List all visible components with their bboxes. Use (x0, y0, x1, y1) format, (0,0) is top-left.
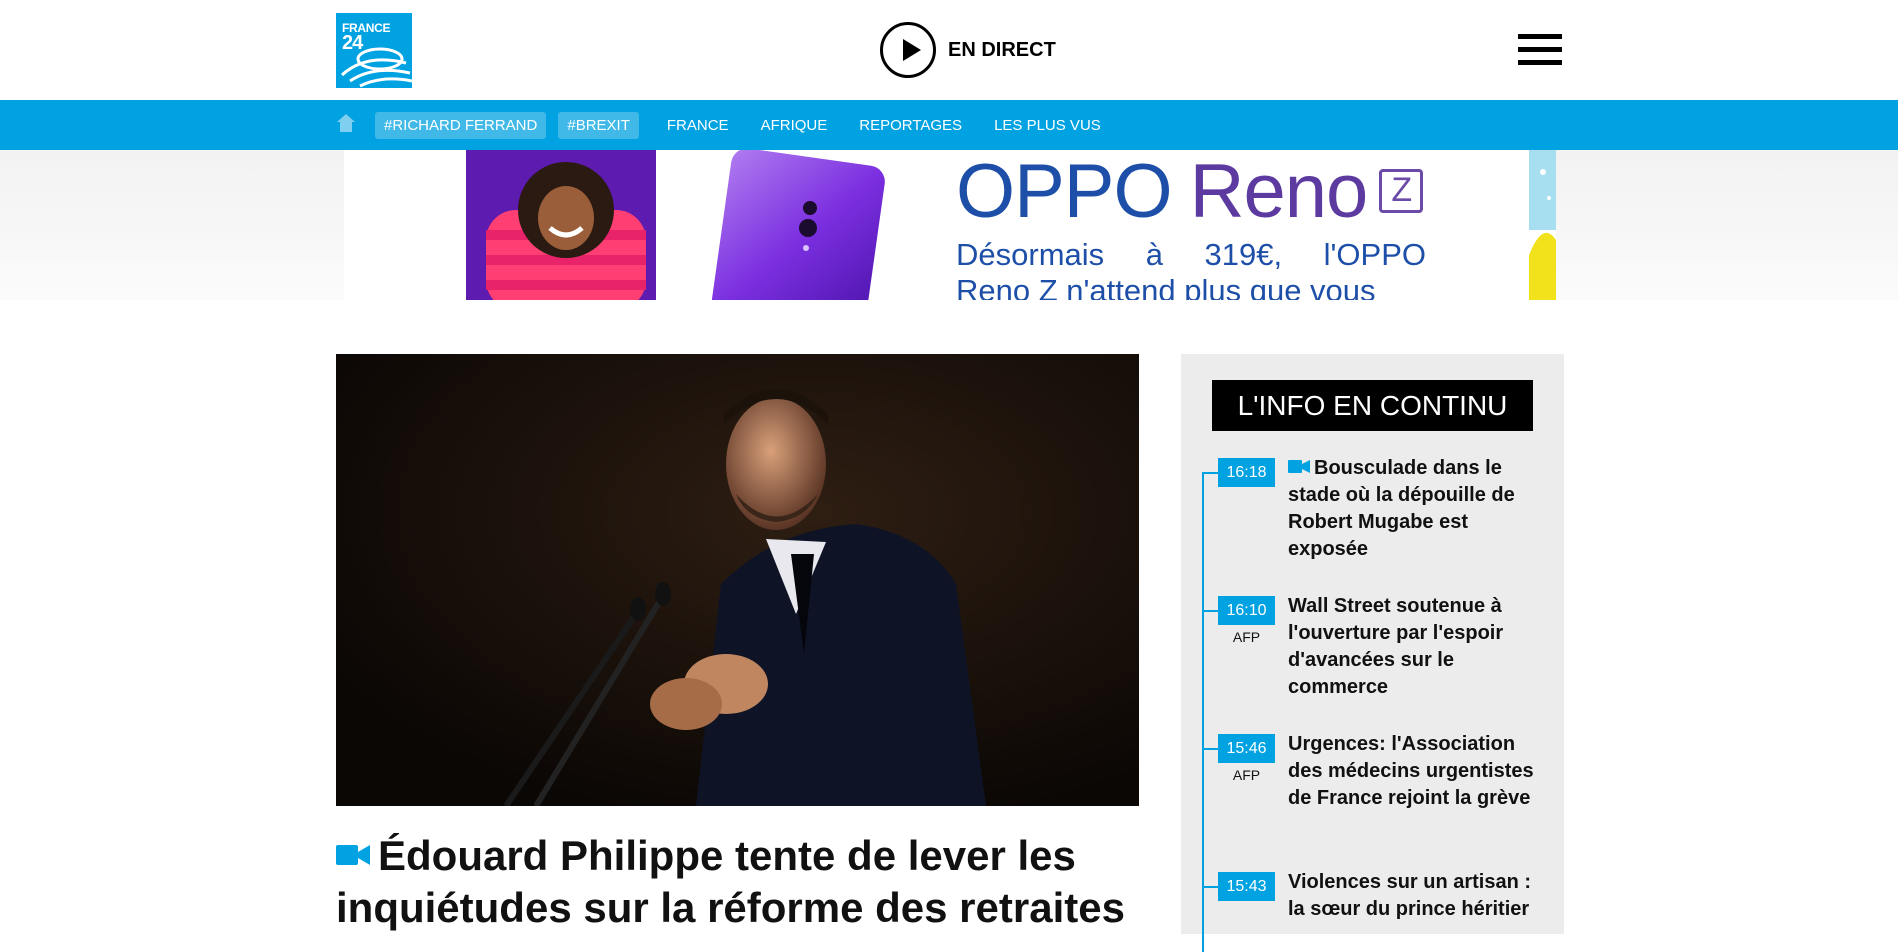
ad-tagline-line2: Reno Z n'attend plus que vous (956, 273, 1376, 301)
nav-link-france[interactable]: FRANCE (667, 117, 729, 134)
hero-photo (336, 354, 1139, 806)
france24-logo[interactable]: FRANCE 24 (336, 13, 412, 88)
main-nav: #RICHARD FERRAND #BREXIT FRANCE AFRIQUE … (0, 100, 1898, 150)
nav-tag-richard-ferrand[interactable]: #RICHARD FERRAND (375, 111, 547, 139)
news-time: 15:46 (1218, 734, 1275, 763)
live-label: EN DIRECT (948, 38, 1056, 61)
ad-product-image (466, 150, 885, 300)
site-header: FRANCE 24 EN DIRECT (0, 0, 1898, 100)
news-time: 15:43 (1218, 872, 1275, 901)
nav-link-afrique[interactable]: AFRIQUE (761, 117, 828, 134)
timeline-tick (1202, 748, 1218, 750)
news-time: 16:10 (1218, 596, 1275, 625)
ad-brand-z: Z (1379, 168, 1424, 213)
nav-items: #RICHARD FERRAND #BREXIT FRANCE AFRIQUE … (375, 111, 1117, 139)
ad-tagline-line1: Désormais à 319€, l'OPPO (956, 237, 1426, 272)
ad-brand-oppo: OPPO (956, 150, 1173, 234)
nav-link-les-plus-vus[interactable]: LES PLUS VUS (994, 117, 1101, 134)
timeline-tick (1202, 472, 1218, 474)
news-title-text: Bousculade dans le stade où la dépouille… (1288, 457, 1515, 560)
news-title[interactable]: Wall Street soutenue à l'ouverture par l… (1288, 593, 1538, 701)
ad-decoration-image (1529, 150, 1556, 300)
ad-brand: OPPO Reno Z (956, 150, 1424, 235)
news-feed-title: L'INFO EN CONTINU (1212, 380, 1533, 431)
news-time: 16:18 (1218, 458, 1275, 487)
nav-tag-brexit[interactable]: #BREXIT (558, 111, 639, 139)
timeline-tick (1202, 610, 1218, 612)
article-headline-text: Édouard Philippe tente de lever les inqu… (336, 832, 1125, 931)
ad-brand-reno: Reno (1189, 150, 1369, 234)
live-button[interactable]: EN DIRECT (880, 22, 1056, 78)
timeline-line (1202, 472, 1204, 952)
ad-banner[interactable]: OPPO Reno Z Désormais à 319€, l'OPPO Reno … (344, 150, 1556, 300)
news-source: AFP (1232, 767, 1261, 783)
news-feed-sidebar: L'INFO EN CONTINU 16:18 Bousculade dans … (1181, 354, 1564, 952)
news-title[interactable]: Bousculade dans le stade où la dépouille… (1288, 455, 1538, 563)
play-circle-icon (880, 22, 936, 78)
article-hero-image[interactable] (336, 354, 1139, 806)
hamburger-menu-icon[interactable] (1518, 34, 1562, 66)
logo-text-line2: 24 (342, 32, 363, 54)
news-title[interactable]: Urgences: l'Association des médecins urg… (1288, 731, 1538, 812)
news-title[interactable]: Violences sur un artisan : la sœur du pr… (1288, 869, 1538, 923)
video-camera-icon (336, 844, 370, 865)
article-headline[interactable]: Édouard Philippe tente de lever les inqu… (336, 830, 1139, 934)
timeline-tick (1202, 886, 1218, 888)
nav-link-reportages[interactable]: REPORTAGES (859, 117, 962, 134)
news-source: AFP (1232, 629, 1261, 645)
video-camera-icon (1288, 460, 1310, 474)
home-icon[interactable] (336, 113, 356, 133)
